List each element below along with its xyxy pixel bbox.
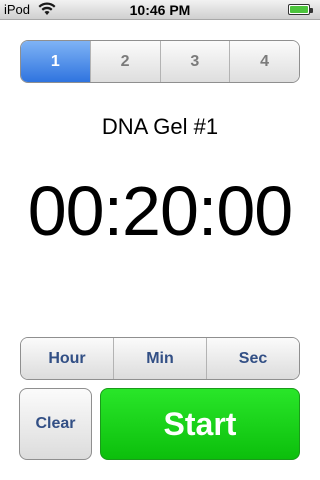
- timer-title: DNA Gel #1: [101, 114, 219, 139]
- clear-button[interactable]: Clear: [19, 388, 92, 460]
- timer-tab-3[interactable]: 3: [159, 41, 230, 82]
- status-bar: iPod 10:46 PM: [0, 0, 320, 20]
- battery-icon: [288, 4, 313, 15]
- start-button[interactable]: Start: [100, 388, 300, 460]
- min-button[interactable]: Min: [113, 338, 206, 379]
- clock-time: 10:46 PM: [129, 2, 191, 18]
- battery-nub: [310, 8, 313, 13]
- battery-fill: [290, 6, 308, 13]
- timer-tab-4[interactable]: 4: [229, 41, 299, 82]
- timer-tab-1[interactable]: 1: [21, 41, 90, 82]
- timer-selector: 1 2 3 4: [20, 40, 300, 83]
- sec-button[interactable]: Sec: [206, 338, 299, 379]
- timer-display: 00:20:00: [27, 172, 293, 250]
- unit-selector: Hour Min Sec: [20, 337, 300, 380]
- hour-button[interactable]: Hour: [21, 338, 113, 379]
- timer-tab-2[interactable]: 2: [89, 41, 160, 82]
